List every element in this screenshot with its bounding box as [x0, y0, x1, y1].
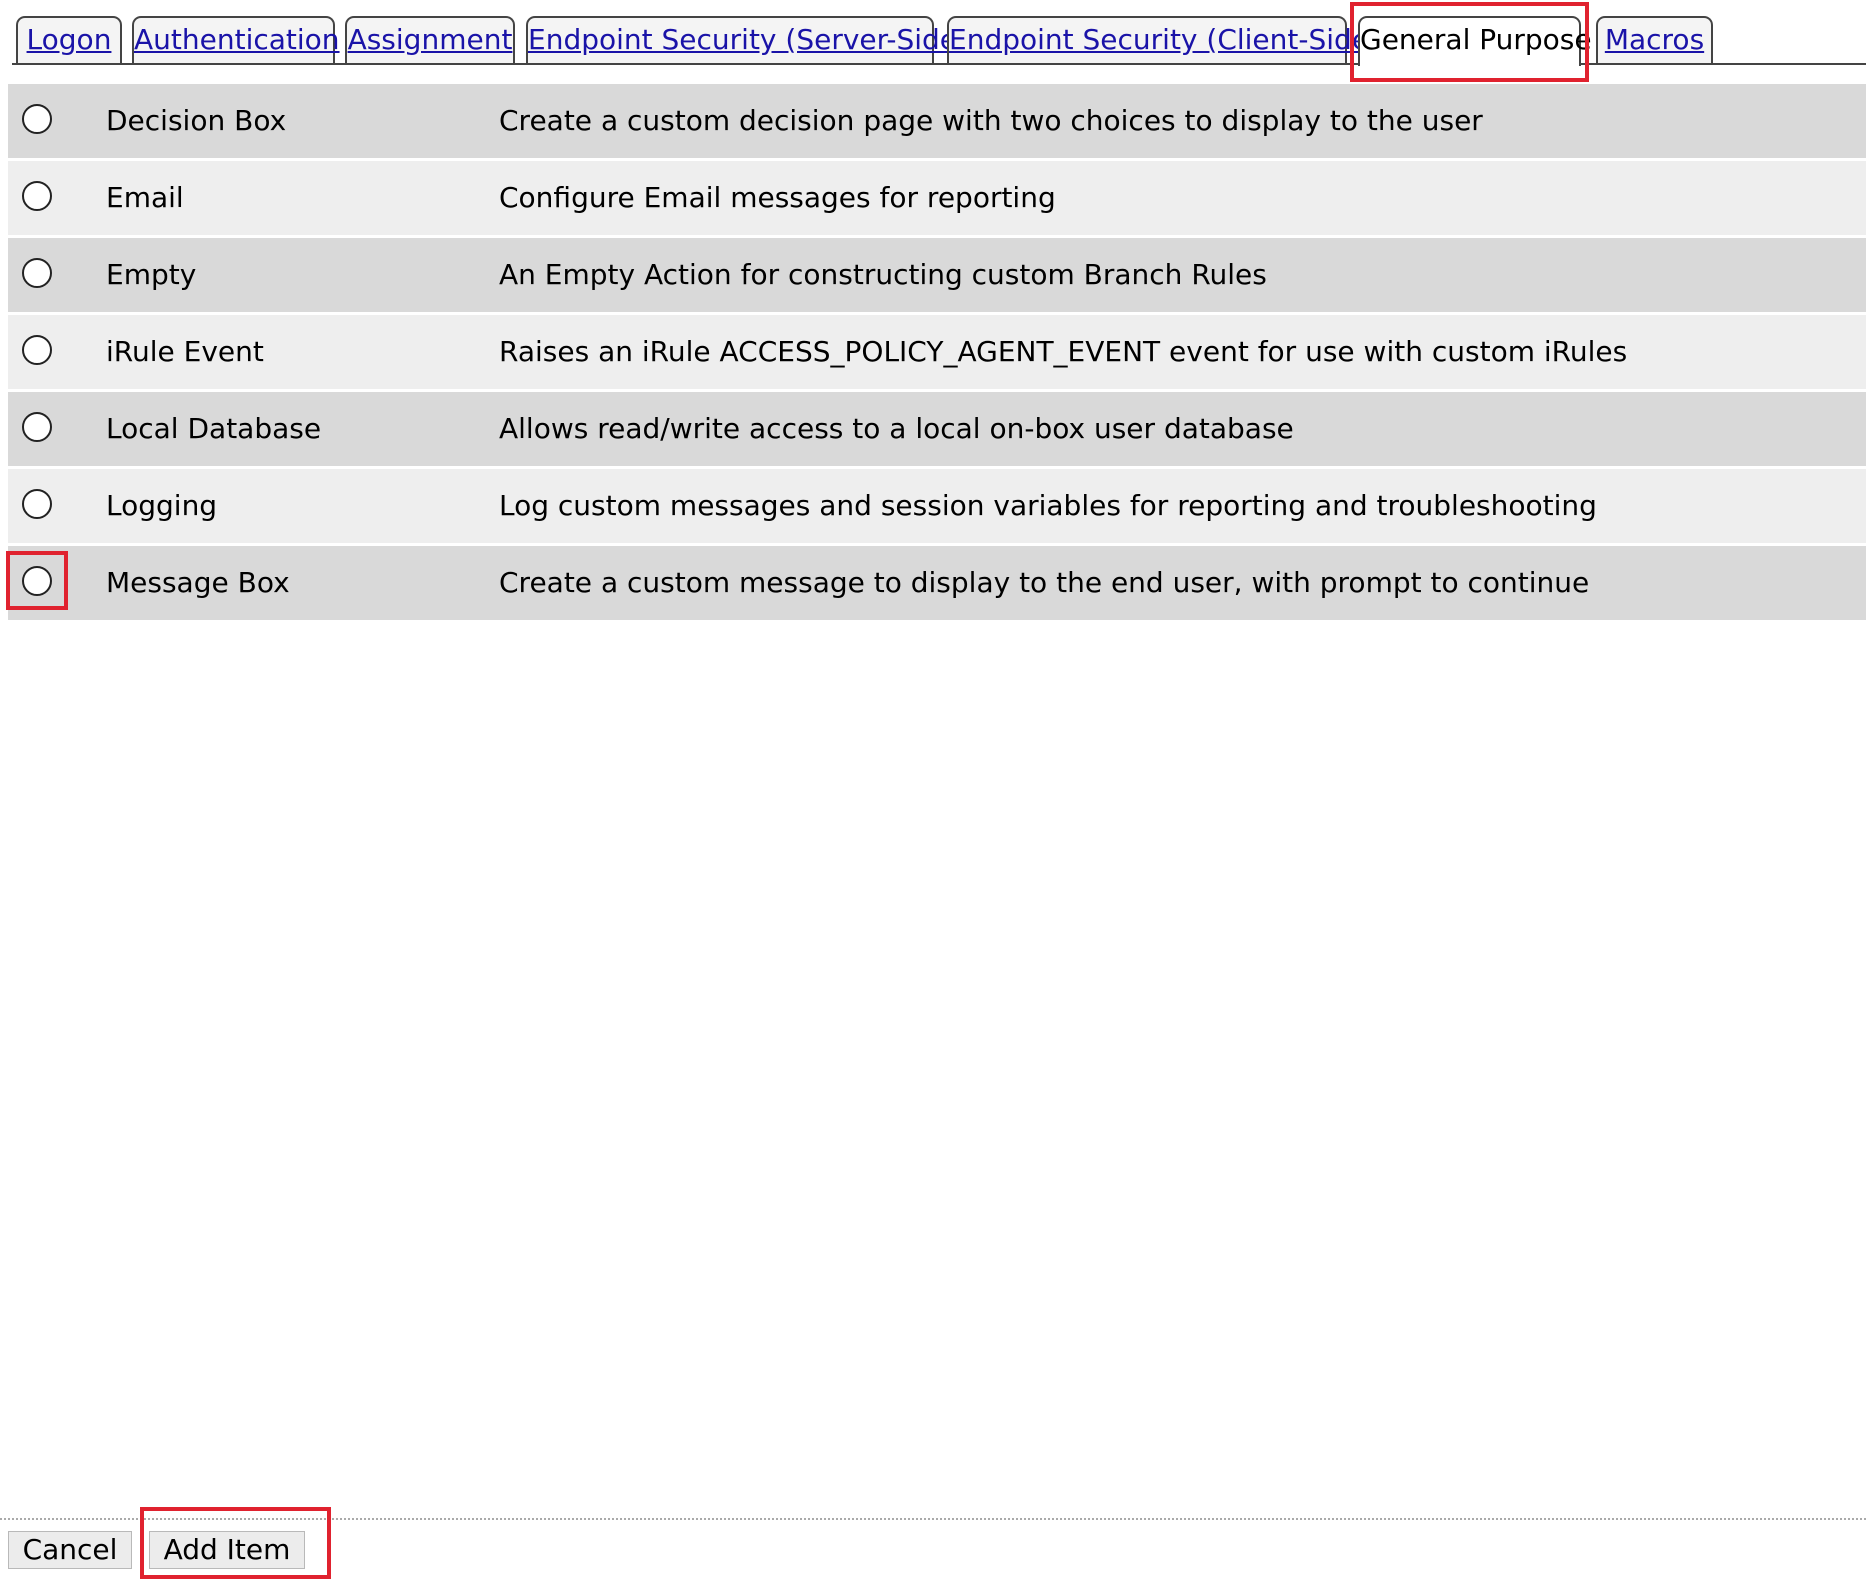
footer-divider: [0, 1518, 1866, 1520]
tab-general-purpose[interactable]: General Purpose: [1358, 16, 1592, 68]
item-name: Local Database: [106, 412, 322, 445]
radio-decision-box[interactable]: [22, 104, 52, 134]
item-description: Allows read/write access to a local on-b…: [499, 412, 1294, 445]
list-item[interactable]: Decision Box Create a custom decision pa…: [8, 84, 1866, 158]
list-item[interactable]: iRule Event Raises an iRule ACCESS_POLIC…: [8, 315, 1866, 389]
tab-macros[interactable]: Macros: [1596, 16, 1713, 63]
list-item[interactable]: Empty An Empty Action for constructing c…: [8, 238, 1866, 312]
item-name: iRule Event: [106, 335, 264, 368]
item-name: Email: [106, 181, 184, 214]
item-list: Decision Box Create a custom decision pa…: [8, 84, 1866, 623]
list-item[interactable]: Email Configure Email messages for repor…: [8, 161, 1866, 235]
tab-endpoint-security-server-side[interactable]: Endpoint Security (Server-Side): [526, 16, 968, 63]
item-description: Create a custom decision page with two c…: [499, 104, 1483, 137]
item-description: Log custom messages and session variable…: [499, 489, 1597, 522]
radio-irule-event[interactable]: [22, 335, 52, 365]
item-description: An Empty Action for constructing custom …: [499, 258, 1267, 291]
list-item[interactable]: Local Database Allows read/write access …: [8, 392, 1866, 466]
item-name: Decision Box: [106, 104, 287, 137]
tab-assignment[interactable]: Assignment: [345, 16, 515, 63]
item-description: Configure Email messages for reporting: [499, 181, 1056, 214]
item-description: Create a custom message to display to th…: [499, 566, 1590, 599]
add-item-button[interactable]: Add Item: [149, 1531, 305, 1569]
item-name: Message Box: [106, 566, 290, 599]
radio-local-database[interactable]: [22, 412, 52, 442]
cancel-button[interactable]: Cancel: [8, 1531, 132, 1569]
item-description: Raises an iRule ACCESS_POLICY_AGENT_EVEN…: [499, 335, 1628, 368]
radio-logging[interactable]: [22, 489, 52, 519]
list-item[interactable]: Message Box Create a custom message to d…: [8, 546, 1866, 620]
radio-email[interactable]: [22, 181, 52, 211]
tab-endpoint-security-client-side[interactable]: Endpoint Security (Client-Side): [947, 16, 1380, 63]
item-name: Logging: [106, 489, 218, 522]
radio-message-box[interactable]: [22, 566, 52, 596]
radio-empty[interactable]: [22, 258, 52, 288]
tab-authentication[interactable]: Authentication: [132, 16, 340, 63]
item-name: Empty: [106, 258, 197, 291]
tab-bar: Logon Authentication Assignment Endpoint…: [0, 0, 1866, 70]
list-item[interactable]: Logging Log custom messages and session …: [8, 469, 1866, 543]
tab-logon[interactable]: Logon: [16, 16, 122, 63]
tab-bar-baseline: [12, 63, 1866, 65]
